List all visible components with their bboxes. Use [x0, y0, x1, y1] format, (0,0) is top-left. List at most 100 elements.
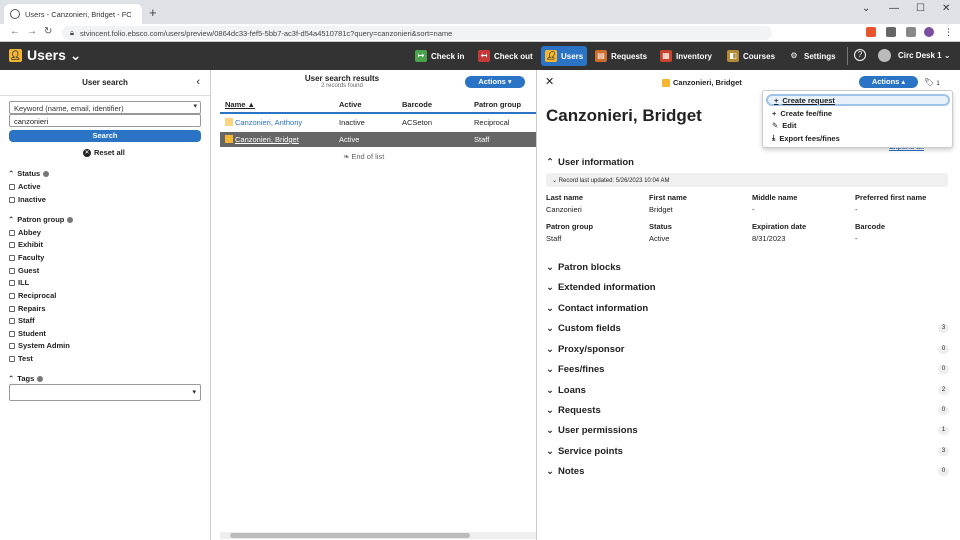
menu-item-edit[interactable]: ✎ Edit — [766, 119, 950, 131]
field-value: Canzonieri — [546, 205, 582, 214]
group-checkbox[interactable]: Repairs — [9, 304, 46, 313]
status-active-checkbox[interactable]: Active — [9, 182, 41, 191]
close-icon[interactable]: ✕ — [545, 75, 554, 88]
patron-group-filter-header[interactable]: ⌃ Patron group — [8, 215, 74, 224]
chevron-down-icon: ⌄ — [546, 446, 554, 457]
nav-requests[interactable]: ▤ Requests — [591, 46, 651, 66]
extension-icon[interactable] — [866, 27, 876, 37]
chevron-down-icon: ⌄ — [546, 425, 554, 436]
tag-icon[interactable]: 🏷︎ 1 — [924, 78, 940, 87]
clear-filter-icon[interactable] — [43, 170, 50, 177]
service-point-menu[interactable]: Circ Desk 1 ⌄ — [898, 51, 951, 60]
nav-settings[interactable]: ⚙ Settings — [784, 46, 840, 66]
group-checkbox[interactable]: System Admin — [9, 341, 70, 350]
section-user-information[interactable]: ⌃ User information — [546, 157, 634, 168]
plus-icon: + — [772, 108, 777, 118]
help-icon[interactable]: ? — [854, 49, 866, 61]
maximize-icon[interactable]: ☐ — [916, 3, 925, 14]
status-filter-header[interactable]: ⌃ Status — [8, 169, 50, 178]
chevron-down-icon: ⌄ — [546, 323, 554, 334]
chevron-down-icon: ▾ — [192, 389, 196, 396]
minimize-icon[interactable]: — — [889, 3, 899, 14]
nav-check-out[interactable]: ↤ Check out — [474, 46, 537, 66]
section-loans[interactable]: ⌄ Loans — [546, 385, 586, 396]
tags-select[interactable]: ▾ — [9, 384, 201, 401]
app-switcher[interactable]: Users ⌄ — [27, 47, 82, 64]
section-patron-blocks[interactable]: ⌄ Patron blocks — [546, 262, 621, 273]
reset-all-button[interactable]: ✕ Reset all — [83, 148, 125, 157]
group-checkbox[interactable]: Exhibit — [9, 240, 43, 249]
reload-icon[interactable]: ↻ — [44, 26, 52, 37]
group-checkbox[interactable]: Guest — [9, 266, 39, 275]
browser-tab[interactable]: Users - Canzonieri, Bridget - FOLIO ✕ — [4, 4, 142, 24]
group-checkbox[interactable]: Staff — [9, 316, 35, 325]
group-checkbox[interactable]: Faculty — [9, 253, 44, 262]
detail-actions-button[interactable]: Actions ▴ — [859, 76, 918, 88]
back-icon[interactable]: ← — [10, 26, 20, 37]
nav-users[interactable]: 👤︎ Users — [541, 46, 588, 66]
forward-icon[interactable]: → — [27, 26, 37, 37]
nav-courses[interactable]: ◧ Courses — [723, 46, 779, 66]
section-requests[interactable]: ⌄ Requests — [546, 405, 601, 416]
table-row-selected[interactable]: Canzonieri, Bridget Active Staff — [220, 132, 536, 147]
clear-filter-icon[interactable] — [67, 216, 74, 223]
requests-icon: ▤ — [595, 50, 607, 62]
clear-filter-icon[interactable] — [37, 375, 44, 382]
table-row[interactable]: Canzonieri, Anthony Inactive ACSeton Rec… — [220, 115, 536, 130]
more-menu-icon[interactable]: ⋮ — [944, 27, 954, 37]
column-header-name[interactable]: Name ▲ — [225, 100, 255, 109]
section-proxy-sponsor[interactable]: ⌄ Proxy/sponsor — [546, 344, 625, 355]
results-count: 2 records found — [321, 83, 363, 89]
user-icon — [225, 135, 233, 143]
field-label: Status — [649, 222, 672, 231]
nav-inventory[interactable]: ▦ Inventory — [656, 46, 716, 66]
collapse-pane-icon[interactable]: ‹ — [196, 76, 200, 88]
column-header-barcode[interactable]: Barcode — [402, 100, 432, 109]
courses-icon: ◧ — [727, 50, 739, 62]
search-index-select[interactable]: Keyword (name, email, identifier) ▾ — [9, 101, 201, 114]
chevron-down-icon[interactable]: ⌄ — [862, 3, 870, 14]
group-checkbox[interactable]: Reciprocal — [9, 291, 56, 300]
search-input[interactable]: canzonieri — [9, 114, 201, 127]
field-value: - — [855, 205, 858, 214]
menu-item-export-fees-fines[interactable]: ⤓ Export fees/fines — [766, 132, 950, 144]
nav-divider — [847, 47, 848, 65]
profile-icon[interactable] — [924, 27, 934, 37]
chevron-up-icon: ⌃ — [8, 215, 15, 224]
avatar[interactable] — [878, 49, 891, 62]
search-button[interactable]: Search — [9, 130, 201, 142]
group-checkbox[interactable]: Student — [9, 329, 46, 338]
section-notes[interactable]: ⌄ Notes — [546, 466, 584, 477]
menu-item-create-fee-fine[interactable]: + Create fee/fine — [766, 107, 950, 119]
results-actions-button[interactable]: Actions ▾ — [465, 76, 525, 88]
sidepanel-icon[interactable] — [906, 27, 916, 37]
tab-title: Users - Canzonieri, Bridget - FOLIO — [25, 9, 131, 19]
pencil-icon: ✎ — [772, 120, 779, 130]
close-circle-icon: ✕ — [83, 148, 91, 157]
section-fees-fines[interactable]: ⌄ Fees/fines — [546, 364, 604, 375]
section-user-permissions[interactable]: ⌄ User permissions — [546, 425, 638, 436]
chevron-down-icon: ⌄ — [546, 405, 554, 416]
address-bar[interactable]: 🔒︎ stvincent.folio.ebsco.com/users/previ… — [62, 26, 772, 40]
nav-check-in[interactable]: ↦ Check in — [411, 46, 468, 66]
field-value: Staff — [546, 234, 562, 243]
section-service-points[interactable]: ⌄ Service points — [546, 446, 623, 457]
section-contact-information[interactable]: ⌄ Contact information — [546, 303, 648, 314]
menu-item-create-request[interactable]: + Create request — [766, 94, 950, 106]
tags-filter-header[interactable]: ⌃ Tags — [8, 374, 44, 383]
status-inactive-checkbox[interactable]: Inactive — [9, 195, 46, 204]
count-badge: 0 — [938, 345, 949, 354]
horizontal-scrollbar[interactable] — [220, 532, 536, 539]
close-window-icon[interactable]: ✕ — [942, 3, 950, 14]
section-extended-information[interactable]: ⌄ Extended information — [546, 282, 656, 293]
group-checkbox[interactable]: Test — [9, 354, 33, 363]
column-header-active[interactable]: Active — [339, 100, 362, 109]
download-icon: ⤓ — [772, 133, 776, 142]
new-tab-icon[interactable]: + — [149, 5, 157, 20]
column-header-patron-group[interactable]: Patron group — [474, 100, 521, 109]
group-checkbox[interactable]: ILL — [9, 278, 29, 287]
group-checkbox[interactable]: Abbey — [9, 228, 41, 237]
record-last-updated[interactable]: ⌄ Record last updated: 5/26/2023 10:04 A… — [546, 173, 948, 187]
puzzle-icon[interactable] — [886, 27, 896, 37]
section-custom-fields[interactable]: ⌄ Custom fields — [546, 323, 621, 334]
